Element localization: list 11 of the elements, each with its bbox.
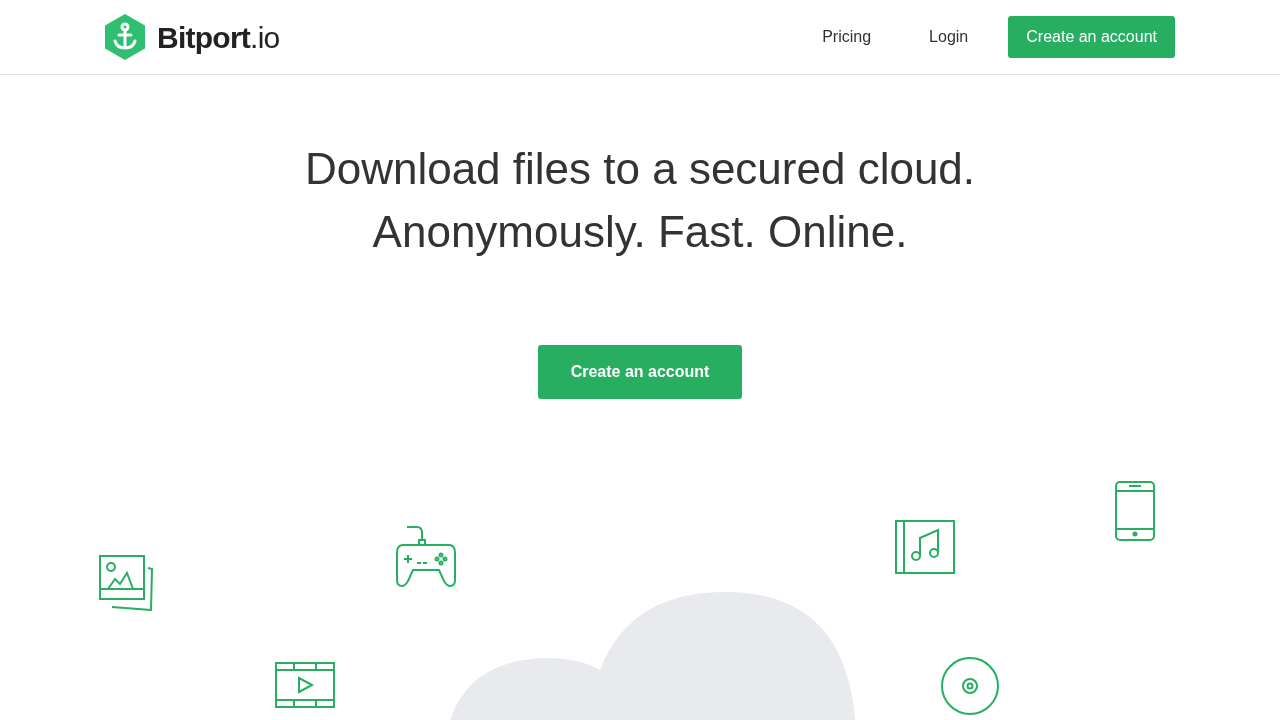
anchor-logo-icon xyxy=(105,14,145,60)
nav-link[interactable]: Login xyxy=(905,17,993,57)
music-album-icon xyxy=(895,520,955,574)
pictures-icon xyxy=(99,555,155,611)
smartphone-icon xyxy=(1115,481,1155,541)
headline: Download files to a secured cloud. Anonymously. Fast. Online. xyxy=(304,143,976,258)
disc-icon xyxy=(940,656,1000,716)
film-play-icon xyxy=(275,662,335,708)
nav-link[interactable]: Pricing xyxy=(798,17,896,57)
logo-text[interactable]: Bitport.io xyxy=(157,14,280,60)
gamepad-icon xyxy=(395,525,457,588)
